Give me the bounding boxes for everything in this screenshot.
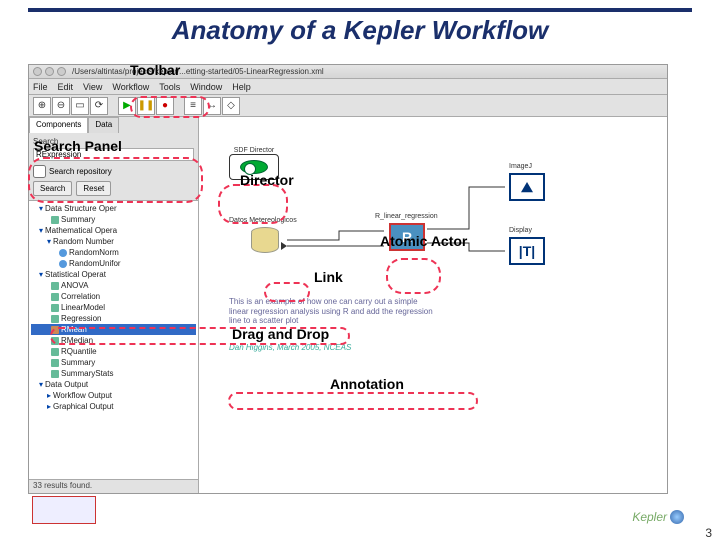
tree-item[interactable]: ▾Mathematical Opera <box>31 225 196 236</box>
menu-workflow[interactable]: Workflow <box>112 82 149 92</box>
menu-bar: File Edit View Workflow Tools Window Hel… <box>29 79 667 95</box>
zoom-in-icon[interactable]: ⊕ <box>33 97 51 115</box>
tree-item[interactable]: RandomNorm <box>31 247 196 258</box>
menu-help[interactable]: Help <box>232 82 251 92</box>
globe-icon <box>670 510 684 524</box>
search-repo-checkbox[interactable]: Search repository <box>33 165 194 178</box>
tree-item[interactable]: Regression <box>31 313 196 324</box>
layout-icon[interactable]: ≡ <box>184 97 202 115</box>
tree-item[interactable]: ▸Graphical Output <box>31 401 196 412</box>
callout-link: Link <box>314 269 343 285</box>
menu-window[interactable]: Window <box>190 82 222 92</box>
checkbox-icon[interactable] <box>33 165 46 178</box>
tree-item[interactable]: ▾Data Output <box>31 379 196 390</box>
tree-item[interactable]: RQuantile <box>31 346 196 357</box>
kepler-logo: Kepler <box>632 510 684 524</box>
kepler-app-window: /Users/altintas/projects/kepler/...ettin… <box>28 64 668 494</box>
workflow-annotation: This is an example of how one can carry … <box>229 297 549 326</box>
tree-item[interactable]: Summary <box>31 357 196 368</box>
menu-view[interactable]: View <box>83 82 102 92</box>
relation-icon[interactable]: ◇ <box>222 97 240 115</box>
callout-atomic-actor: Atomic Actor <box>380 233 467 249</box>
tree-item[interactable]: Correlation <box>31 291 196 302</box>
run-icon[interactable]: ▶ <box>118 97 136 115</box>
window-title: /Users/altintas/projects/kepler/...ettin… <box>72 67 324 76</box>
zoom-fit-icon[interactable]: ▭ <box>71 97 89 115</box>
slide-thumbnail <box>32 496 96 524</box>
menu-file[interactable]: File <box>33 82 48 92</box>
tree-item[interactable]: RMedian <box>31 335 196 346</box>
zoom-reset-icon[interactable]: ⟳ <box>90 97 108 115</box>
search-repo-label: Search repository <box>49 167 112 176</box>
menu-edit[interactable]: Edit <box>58 82 74 92</box>
zoom-icon[interactable] <box>57 67 66 76</box>
page-number: 3 <box>705 526 712 540</box>
reset-button[interactable]: Reset <box>76 181 111 196</box>
tree-item[interactable]: SummaryStats <box>31 368 196 379</box>
tree-item[interactable]: ▸Workflow Output <box>31 390 196 401</box>
minimize-icon[interactable] <box>45 67 54 76</box>
ports-icon[interactable]: ↔ <box>203 97 221 115</box>
tree-item[interactable]: RandomUnifor <box>31 258 196 269</box>
slide-top-rule <box>28 8 692 12</box>
search-button[interactable]: Search <box>33 181 72 196</box>
menu-tools[interactable]: Tools <box>159 82 180 92</box>
tab-components[interactable]: Components <box>29 117 88 133</box>
close-icon[interactable] <box>33 67 42 76</box>
tree-item[interactable]: Summary <box>31 214 196 225</box>
zoom-out-icon[interactable]: ⊖ <box>52 97 70 115</box>
pause-icon[interactable]: ❚❚ <box>137 97 155 115</box>
tab-data[interactable]: Data <box>88 117 119 133</box>
tree-item[interactable]: ANOVA <box>31 280 196 291</box>
component-tree[interactable]: ▾Data Structure Oper Summary ▾Mathematic… <box>29 201 198 479</box>
tree-item[interactable]: ▾Random Number <box>31 236 196 247</box>
window-titlebar: /Users/altintas/projects/kepler/...ettin… <box>29 65 667 79</box>
annotation-signature: Dan Higgins, March 2005, NCEAS <box>229 343 351 353</box>
stop-icon[interactable]: ● <box>156 97 174 115</box>
callout-annotation: Annotation <box>330 376 404 392</box>
sidebar: Components Data Search Search repository… <box>29 117 199 493</box>
status-bar: 33 results found. <box>29 479 198 493</box>
tree-item[interactable]: ▾Statistical Operat <box>31 269 196 280</box>
tree-item[interactable]: RMean <box>31 324 196 335</box>
tree-item[interactable]: ▾Data Structure Oper <box>31 203 196 214</box>
callout-drag-drop: Drag and Drop <box>232 326 329 342</box>
callout-toolbar: Toolbar <box>130 62 180 78</box>
slide-title: Anatomy of a Kepler Workflow <box>0 15 720 46</box>
tree-item[interactable]: LinearModel <box>31 302 196 313</box>
callout-director: Director <box>240 172 294 188</box>
toolbar: ⊕ ⊖ ▭ ⟳ ▶ ❚❚ ● ≡ ↔ ◇ <box>29 95 667 117</box>
callout-search-panel: Search Panel <box>34 138 122 154</box>
